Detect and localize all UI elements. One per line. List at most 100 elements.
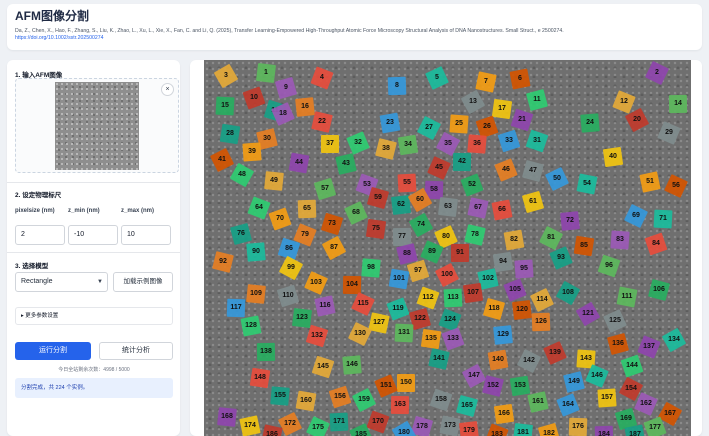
- instance-label: 111: [621, 293, 633, 300]
- instance-label: 69: [632, 212, 640, 219]
- divider: [7, 182, 180, 183]
- instance-label: 180: [398, 429, 410, 436]
- close-icon[interactable]: ×: [161, 83, 174, 96]
- zmax-input[interactable]: 10: [121, 225, 171, 245]
- instance-label: 172: [284, 420, 296, 427]
- instance-label: 88: [403, 250, 411, 257]
- instance-label: 186: [266, 431, 278, 436]
- instance-label: 97: [414, 267, 422, 274]
- afm-preview-image: [55, 82, 139, 170]
- instance-label: 41: [218, 156, 226, 163]
- model-select[interactable]: Rectangle ▼: [15, 272, 108, 292]
- instance-label: 100: [441, 271, 453, 278]
- instance-label: 150: [400, 379, 412, 386]
- instance-label: 17: [498, 105, 506, 112]
- instance-label: 118: [488, 305, 500, 312]
- control-sidebar: 1. 输入AFM图像 × 2. 设定物理标尺 pixelsize (nm) z_…: [7, 60, 180, 436]
- instance-label: 50: [553, 175, 561, 182]
- instance-label: 90: [252, 248, 260, 255]
- instance-label: 27: [425, 124, 433, 131]
- instance-label: 164: [562, 401, 574, 408]
- instance-label: 15: [221, 102, 229, 109]
- instance-label: 179: [463, 427, 475, 434]
- instance-label: 113: [447, 294, 459, 301]
- instance-label: 176: [572, 423, 584, 430]
- instance-label: 64: [255, 204, 263, 211]
- instance-label: 160: [300, 397, 312, 404]
- instance-label: 163: [394, 401, 406, 408]
- instance-label: 158: [435, 396, 447, 403]
- instance-label: 78: [471, 231, 479, 238]
- instance-label: 169: [620, 415, 632, 422]
- instance-label: 132: [311, 332, 323, 339]
- segmentation-result-image[interactable]: 3194857621510111613171112141822232725262…: [204, 60, 691, 436]
- instance-label: 37: [326, 140, 334, 147]
- zmin-input[interactable]: -10: [68, 225, 118, 245]
- instance-label: 187: [629, 431, 641, 436]
- instance-label: 108: [562, 289, 574, 296]
- instance-label: 92: [219, 258, 227, 265]
- instance-label: 117: [230, 304, 242, 311]
- statistics-button[interactable]: 统计分析: [99, 342, 173, 360]
- instance-label: 157: [601, 394, 613, 401]
- instance-label: 63: [444, 203, 452, 210]
- instance-label: 51: [646, 178, 654, 185]
- instance-label: 175: [312, 424, 324, 431]
- instance-label: 68: [352, 209, 360, 216]
- instance-label: 54: [583, 180, 591, 187]
- divider: [7, 252, 180, 253]
- instance-label: 6: [518, 75, 522, 82]
- citation-body: Da, Z., Chen, X., Hao, F., Zhang, S., Li…: [15, 28, 564, 34]
- instance-label: 130: [354, 330, 366, 337]
- instance-label: 183: [491, 431, 503, 436]
- instance-label: 2: [655, 69, 659, 76]
- instance-label: 162: [640, 400, 652, 407]
- instance-label: 85: [580, 242, 588, 249]
- instance-label: 140: [492, 356, 504, 363]
- instance-label: 185: [355, 431, 367, 436]
- instance-label: 20: [633, 116, 641, 123]
- instance-label: 135: [425, 335, 437, 342]
- more-settings-toggle[interactable]: ▸ 更多参数设置: [15, 307, 173, 325]
- instance-label: 29: [665, 129, 673, 136]
- instance-label: 87: [330, 244, 338, 251]
- instance-label: 116: [319, 302, 331, 309]
- model-select-value: Rectangle: [21, 278, 53, 285]
- load-example-button[interactable]: 加载示例图像: [113, 272, 173, 292]
- instance-label: 60: [416, 196, 424, 203]
- instance-label: 161: [532, 398, 544, 405]
- instance-label: 137: [643, 343, 655, 350]
- instance-label: 110: [282, 292, 294, 299]
- pixelsize-input[interactable]: 2: [15, 225, 65, 245]
- instance-label: 40: [609, 153, 617, 160]
- instance-label: 73: [328, 220, 336, 227]
- instance-label: 128: [245, 322, 257, 329]
- instance-label: 11: [533, 96, 541, 103]
- instance-label: 96: [605, 262, 613, 269]
- instance-label: 147: [468, 372, 480, 379]
- instance-label: 5: [435, 74, 439, 81]
- instance-label: 171: [333, 418, 345, 425]
- instance-label: 26: [483, 123, 491, 130]
- instance-label: 106: [653, 286, 665, 293]
- instance-label: 142: [523, 357, 535, 364]
- instance-label: 8: [395, 82, 399, 89]
- run-segmentation-button[interactable]: 运行分割: [15, 342, 91, 360]
- instance-label: 16: [301, 103, 309, 110]
- instance-label: 143: [580, 355, 592, 362]
- instance-label: 70: [276, 215, 284, 222]
- instance-label: 80: [442, 233, 450, 240]
- instance-label: 107: [467, 289, 479, 296]
- doi-link[interactable]: https://doi.org/10.1002/sstr.202500274: [15, 35, 104, 41]
- instance-label: 125: [609, 317, 621, 324]
- instance-label: 42: [458, 158, 466, 165]
- instance-label: 114: [536, 296, 548, 303]
- instance-label: 79: [301, 231, 309, 238]
- instance-label: 39: [248, 148, 256, 155]
- instance-label: 120: [516, 306, 528, 313]
- instance-label: 7: [484, 78, 488, 85]
- image-upload-area[interactable]: ×: [15, 78, 179, 173]
- page-title: AFM图像分割: [15, 9, 89, 23]
- citation-text: Da, Z., Chen, X., Hao, F., Zhang, S., Li…: [15, 28, 575, 42]
- instance-label: 67: [474, 204, 482, 211]
